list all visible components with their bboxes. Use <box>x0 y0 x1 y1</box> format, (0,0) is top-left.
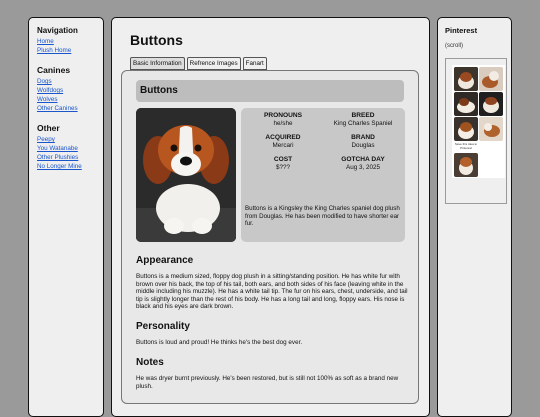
nav-link-other-canines[interactable]: Other Canines <box>37 104 103 113</box>
pronouns-cell: PRONOUNS he/she <box>243 112 323 128</box>
page-title: Buttons <box>130 32 183 48</box>
tab-bar: Basic Information Refrence Images Fanart <box>130 57 267 70</box>
field-value: Aug 3, 2025 <box>346 164 380 171</box>
nav-link-wolves[interactable]: Wolves <box>37 95 103 104</box>
navigation-heading: Navigation <box>37 26 78 35</box>
nav-link-other-plushies[interactable]: Other Plushies <box>37 153 103 162</box>
pin-thumbnail[interactable] <box>454 67 478 91</box>
field-value: $??? <box>275 164 290 171</box>
pin-thumbnail[interactable] <box>454 153 478 177</box>
personality-heading: Personality <box>136 321 190 332</box>
field-value: Douglas <box>351 142 375 149</box>
field-key: ACQUIRED <box>265 134 301 141</box>
acquired-cell: ACQUIRED Mercari <box>243 134 323 150</box>
field-value: Mercari <box>272 142 294 149</box>
plush-photo <box>136 108 236 242</box>
nav-group-heading-other: Other <box>37 123 60 133</box>
nav-link-you-watanabe[interactable]: You Watanabe <box>37 144 103 153</box>
field-value: he/she <box>273 120 293 127</box>
field-key: GOTCHA DAY <box>341 156 385 163</box>
pin-thumbnail[interactable] <box>454 92 478 116</box>
profile-name-bar: Buttons <box>136 80 404 102</box>
appearance-heading: Appearance <box>136 255 194 266</box>
pinterest-panel: Pinterest (scroll) Save this idea to Pin… <box>437 17 512 417</box>
pin-thumbnail[interactable] <box>479 117 503 141</box>
nav-link-wolfdogs[interactable]: Wolfdogs <box>37 86 103 95</box>
notes-heading: Notes <box>136 357 164 368</box>
nav-link-plush-home[interactable]: Plush Home <box>37 46 103 55</box>
tab-fanart[interactable]: Fanart <box>242 57 267 70</box>
pinterest-heading: Pinterest <box>445 26 478 35</box>
field-value: King Charles Spaniel <box>333 120 393 127</box>
pinterest-board: Save this idea to Pinterest <box>452 65 505 178</box>
nav-link-peepy[interactable]: Peepy <box>37 135 103 144</box>
pin-thumbnail[interactable] <box>454 117 478 141</box>
profile-summary: Buttons is a Kingsley the King Charles s… <box>245 205 400 228</box>
tab-reference-images[interactable]: Refrence Images <box>186 57 241 70</box>
brand-cell: BRAND Douglas <box>323 134 403 150</box>
breed-cell: BREED King Charles Spaniel <box>323 112 403 128</box>
nav-link-home[interactable]: Home <box>37 37 103 46</box>
tab-basic-information[interactable]: Basic Information <box>130 57 185 70</box>
info-card: PRONOUNS he/she BREED King Charles Spani… <box>241 108 405 242</box>
cost-cell: COST $??? <box>243 156 323 172</box>
field-key: BREED <box>351 112 375 119</box>
nav-link-dogs[interactable]: Dogs <box>37 77 103 86</box>
nav-link-no-longer-mine[interactable]: No Longer Mine <box>37 162 103 171</box>
gotcha-day-cell: GOTCHA DAY Aug 3, 2025 <box>323 156 403 172</box>
field-key: COST <box>273 156 293 163</box>
main-panel: Buttons Basic Information Refrence Image… <box>111 17 430 417</box>
spaniel-plush-image <box>136 108 236 242</box>
pinterest-embed[interactable]: Save this idea to Pinterest <box>445 58 507 204</box>
nav-group-heading-canines: Canines <box>37 65 71 75</box>
pin-thumbnail[interactable] <box>479 67 503 91</box>
field-key: PRONOUNS <box>263 112 303 119</box>
personality-text: Buttons is loud and proud! He thinks he'… <box>136 339 303 346</box>
appearance-text: Buttons is a medium sized, floppy dog pl… <box>136 273 408 310</box>
pin-caption: Save this idea to Pinterest <box>454 142 478 150</box>
pin-thumbnail[interactable] <box>479 92 503 116</box>
notes-text: He was dryer burnt previously. He's been… <box>136 375 399 390</box>
pinterest-scroll-hint: (scroll) <box>445 43 463 49</box>
content-box: Buttons PRONOUNS he/she BREED King Charl… <box>121 70 419 404</box>
field-key: BRAND <box>351 134 375 141</box>
navigation-panel: Navigation Home Plush Home Canines Dogs … <box>28 17 104 417</box>
